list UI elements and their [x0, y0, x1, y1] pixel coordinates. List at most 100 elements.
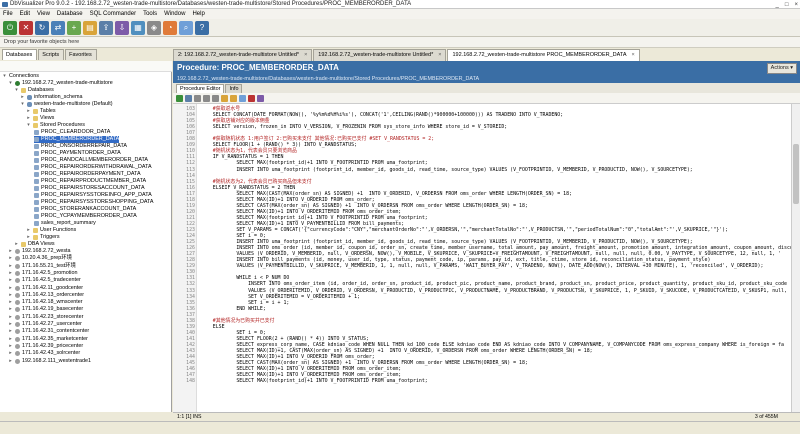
tab-favorites[interactable]: Favorites	[65, 49, 97, 60]
menu-window[interactable]: Window	[164, 9, 185, 19]
code-line[interactable]: END WHILE;	[201, 306, 265, 312]
procedure-item[interactable]: PROC_REPAIRSYSSTOREINFO_APP_DATA	[34, 192, 152, 199]
cut-icon[interactable]	[194, 94, 201, 102]
menu-database[interactable]: Database	[57, 9, 83, 19]
sql-commander-icon[interactable]: ▤	[83, 20, 97, 35]
tree-node[interactable]: ▸ User Functions	[26, 227, 76, 234]
procedure-item[interactable]: PROC_PAYMENTORDER_DATA	[34, 150, 121, 157]
procedure-editor[interactable]: 103 #获取返水号 104 SELECT CONCAT(DATE_FORMAT(…	[173, 104, 791, 412]
expand-icon[interactable]: ▸	[26, 227, 31, 234]
tab-sql-commander-2[interactable]: 2: 192.168.2.72_westen-trade-multistore …	[173, 49, 313, 61]
connection-item[interactable]: ▸ 171.16.42.43_solrcenter	[8, 350, 80, 357]
collapse-icon[interactable]: ▾	[14, 87, 19, 94]
expand-icon[interactable]: ▸	[8, 255, 13, 262]
import-icon[interactable]: ⇩	[115, 20, 129, 35]
tree-node[interactable]: ▸ Tables	[26, 108, 56, 115]
scrollbar-thumb[interactable]	[793, 144, 799, 204]
menu-file[interactable]: File	[3, 9, 13, 19]
collapse-icon[interactable]: ▾	[8, 80, 13, 87]
expand-icon[interactable]: ▸	[8, 263, 13, 270]
tree-node[interactable]: ▾ 192.168.2.72_westen-trade-multistore	[8, 80, 113, 87]
connection-item[interactable]: ▸ 171.16.42.31_contentcenter	[8, 328, 89, 335]
tree-node[interactable]: ▸ DBA Views	[14, 241, 55, 248]
procedure-item[interactable]: PROC_STORERANKACCOUNT_DATA	[34, 206, 136, 213]
procedure-item[interactable]: PROC_MEMBERORDER_DATA	[34, 136, 120, 143]
tab-procedure[interactable]: 192.168.2.72_westen-trade-multistore PRO…	[447, 49, 640, 61]
menu-tools[interactable]: Tools	[143, 9, 157, 19]
expand-icon[interactable]: ▸	[8, 292, 13, 299]
execute-icon[interactable]	[176, 94, 183, 102]
connection-item[interactable]: ▸ 192.168.2.72_westa	[8, 248, 71, 255]
connection-item[interactable]: ▸ 10.20.4.36_prep环境	[8, 255, 72, 262]
procedure-item[interactable]: PROC_REPAIRORDERWITHDRAWAL_DATA	[34, 164, 152, 171]
reconnect-icon[interactable]: ⇄	[51, 20, 65, 35]
export-icon[interactable]: ⇪	[99, 20, 113, 35]
expand-icon[interactable]: ▸	[26, 108, 31, 115]
close-tab-icon[interactable]: ×	[632, 50, 635, 61]
collapse-icon[interactable]: ▾	[20, 101, 25, 108]
editor-scrollbar[interactable]	[791, 104, 800, 412]
connection-item[interactable]: ▸ 171.16.42.18_wmscenter	[8, 299, 83, 306]
tree-node[interactable]: ▾ Databases	[14, 87, 54, 94]
expand-icon[interactable]: ▸	[8, 314, 13, 321]
tree-node[interactable]: ▸ Views	[26, 115, 54, 122]
procedure-item[interactable]: PROC_RANDCALLMEMBERORDER_DATA	[34, 157, 148, 164]
procedure-item[interactable]: PROC_ONSORDERREPAIR_DATA	[34, 143, 127, 150]
disconnect-icon[interactable]: ✕	[19, 20, 33, 35]
undo-icon[interactable]	[221, 94, 228, 102]
procedure-item[interactable]: PROC_REPAIRSTORESACCOUNT_DATA	[34, 185, 145, 192]
query-builder-icon[interactable]: ◈	[147, 20, 161, 35]
procedure-item[interactable]: sales_report_summary	[34, 220, 96, 227]
code-line[interactable]: SET V_PARAMS = CONCAT('{"currencyCode":"…	[201, 227, 728, 233]
collapse-icon[interactable]: ▾	[26, 122, 31, 129]
procedure-item[interactable]: PROC_REPAIRORDERPAYMENT_DATA	[34, 171, 141, 178]
connection-item[interactable]: ▸ 171.16.42.35_marketcenter	[8, 336, 88, 343]
connection-item[interactable]: ▸ 171.16.42.23_storecenter	[8, 314, 83, 321]
procedure-item[interactable]: PROC_CLEARDOOR_DATA	[34, 129, 110, 136]
expand-icon[interactable]: ▸	[8, 285, 13, 292]
expand-icon[interactable]: ▸	[8, 270, 13, 277]
find-icon[interactable]: ⌕	[179, 20, 193, 35]
tab-databases[interactable]: Databases	[2, 49, 38, 60]
connection-item[interactable]: ▸ 171.16.42.13_ordercenter	[8, 292, 84, 299]
procedure-item[interactable]: PROC_REPAIRPRODUCTMEMBER_DATA	[34, 178, 146, 185]
help-icon[interactable]: ?	[195, 20, 209, 35]
tab-procedure-editor[interactable]: Procedure Editor	[176, 84, 225, 93]
menu-view[interactable]: View	[37, 9, 50, 19]
connection-item[interactable]: ▸ 171.16.42.19_basecenter	[8, 306, 83, 313]
close-tab-icon[interactable]: ×	[438, 50, 441, 61]
copy-icon[interactable]	[203, 94, 210, 102]
expand-icon[interactable]: ▸	[20, 94, 25, 101]
connection-item[interactable]: ▸ 171.16.42.5_promotion	[8, 270, 77, 277]
tab-info[interactable]: Info	[225, 84, 243, 93]
tab-sql-commander-1[interactable]: 192.168.2.72_westen-trade-multistore Unt…	[313, 49, 447, 61]
format-icon[interactable]	[257, 94, 264, 102]
expand-icon[interactable]: ▸	[8, 336, 13, 343]
stop-icon[interactable]	[248, 94, 255, 102]
expand-icon[interactable]: ▸	[8, 328, 13, 335]
connection-item[interactable]: ▸ 171.16.55.21_test环境	[8, 263, 76, 270]
tree-node[interactable]: ▾ westen-trade-multistore (Default)	[20, 101, 113, 108]
expand-icon[interactable]: ▸	[26, 234, 31, 241]
table-data-icon[interactable]: ▦	[131, 20, 145, 35]
expand-icon[interactable]: ▸	[8, 306, 13, 313]
paste-icon[interactable]	[212, 94, 219, 102]
tree-node[interactable]: ▸ information_schema	[20, 94, 83, 101]
expand-icon[interactable]: ▸	[8, 277, 13, 284]
expand-icon[interactable]: ▸	[8, 321, 13, 328]
expand-icon[interactable]: ▸	[8, 358, 13, 365]
connection-item[interactable]: ▸ 171.16.42.5_tradecenter	[8, 277, 81, 284]
expand-icon[interactable]: ▸	[8, 350, 13, 357]
refresh-icon[interactable]: ↻	[35, 20, 49, 35]
save-icon[interactable]	[185, 94, 192, 102]
expand-icon[interactable]: ▸	[8, 343, 13, 350]
connection-item[interactable]: ▸ 192.168.2.111_westentrade1	[8, 358, 91, 365]
expand-icon[interactable]: ▸	[8, 248, 13, 255]
tab-scripts[interactable]: Scripts	[38, 49, 65, 60]
connection-item[interactable]: ▸ 171.16.42.39_pricecenter	[8, 343, 83, 350]
favorites-bar[interactable]: Drop your favorite objects here	[0, 37, 800, 48]
tree-node[interactable]: ▾ Stored Procedures	[26, 122, 85, 129]
menu-help[interactable]: Help	[192, 9, 204, 19]
connection-item[interactable]: ▸ 171.16.42.11_goodcenter	[8, 285, 83, 292]
close-tab-icon[interactable]: ×	[304, 50, 307, 61]
